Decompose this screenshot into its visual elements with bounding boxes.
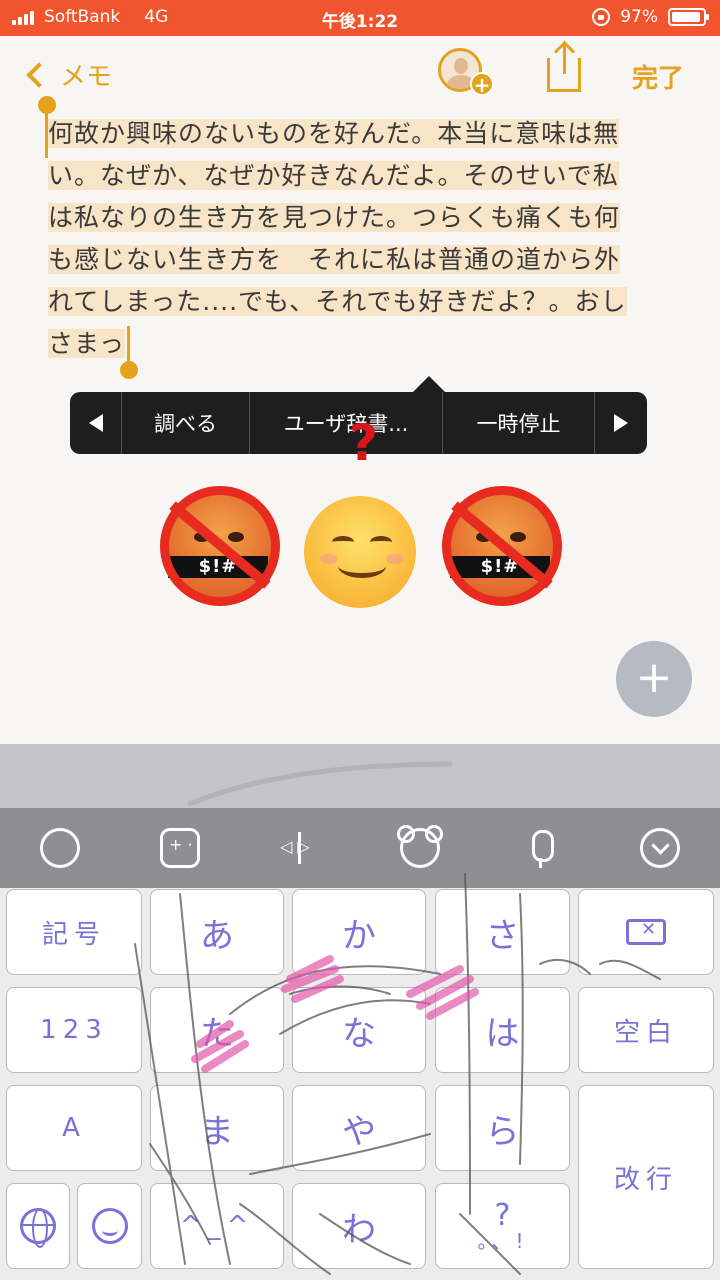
speech-bubble-icon[interactable] — [40, 828, 80, 868]
battery-icon — [668, 8, 709, 26]
chevron-left-icon — [26, 61, 52, 88]
game-controller-icon[interactable] — [160, 828, 200, 868]
punctuation-bottom: 。、! — [477, 1229, 528, 1253]
note-line: れてしまった....でも、それでも好きだよ？。おし — [48, 287, 627, 316]
add-badge-icon: + — [470, 72, 494, 96]
prohibited-swearing-emoji: $!# — [160, 486, 280, 606]
note-line: も感じない生き方を それに私は普通の道から外 — [48, 245, 621, 274]
menu-next-button[interactable] — [595, 392, 647, 454]
key-kaomoji[interactable]: ^_^ — [150, 1183, 284, 1269]
status-right: 97% — [592, 7, 709, 27]
globe-icon — [20, 1208, 56, 1248]
smiling-face-emoji — [304, 496, 416, 608]
note-line: 何故か興味のないものを好んだ。本当に意味は無 — [48, 119, 620, 148]
key-ya[interactable]: や — [292, 1085, 426, 1171]
key-a[interactable]: あ — [150, 889, 284, 975]
share-icon[interactable] — [547, 44, 581, 92]
back-button[interactable]: メモ — [24, 56, 112, 93]
key-alphabet[interactable]: A — [6, 1085, 142, 1171]
battery-percent: 97% — [620, 7, 658, 27]
emoji-icon — [91, 1208, 128, 1244]
key-ma[interactable]: ま — [150, 1085, 284, 1171]
note-line: い。なぜか、なぜか好きなんだよ。そのせいで私 — [48, 161, 619, 190]
menu-prev-button[interactable] — [70, 392, 122, 454]
key-wa[interactable]: わ — [292, 1183, 426, 1269]
triangle-right-icon — [614, 414, 628, 432]
keyboard-toolbar — [0, 808, 720, 888]
bear-face-icon[interactable] — [397, 825, 443, 868]
menu-pointer — [413, 376, 445, 392]
delete-icon — [626, 919, 666, 945]
note-line: は私なりの生き方を見つけた。つらくも痛くも何 — [48, 203, 621, 232]
selection-start-handle[interactable] — [38, 96, 56, 114]
triangle-left-icon — [88, 414, 103, 432]
key-emoji[interactable] — [77, 1183, 142, 1269]
key-ka[interactable]: か — [292, 889, 426, 975]
chevron-down-circle-icon[interactable] — [640, 828, 680, 868]
question-mark-overlay: ? — [349, 414, 379, 472]
punctuation-label: ? 。、! — [477, 1198, 528, 1253]
orientation-lock-icon — [592, 8, 611, 26]
key-numbers[interactable]: 123 — [6, 987, 142, 1073]
key-delete[interactable] — [578, 889, 714, 975]
microphone-icon[interactable] — [520, 828, 560, 868]
menu-item-user-dictionary[interactable]: ユーザ辞書... — [250, 392, 443, 454]
key-punctuation[interactable]: ? 。、! — [435, 1183, 570, 1269]
punctuation-top: ? — [494, 1198, 511, 1233]
key-return[interactable]: 改行 — [578, 1085, 714, 1269]
menu-item-pause[interactable]: 一時停止 — [443, 392, 595, 454]
done-button[interactable]: 完了 — [632, 58, 684, 95]
key-na[interactable]: な — [292, 987, 426, 1073]
note-line: さまっ — [48, 329, 126, 358]
text-cursor-icon[interactable] — [280, 828, 320, 868]
back-label: メモ — [60, 62, 113, 92]
menu-item-lookup[interactable]: 調べる — [122, 392, 250, 454]
key-space[interactable]: 空白 — [578, 987, 714, 1073]
keyboard: 記号 あ か さ 123 た な は 空白 A ま や ら 改行 ^_^ わ ?… — [0, 888, 720, 1280]
status-bar: SoftBank 4G 午後1:22 97% — [0, 0, 720, 36]
key-ha[interactable]: は — [435, 987, 570, 1073]
key-globe[interactable] — [6, 1183, 70, 1269]
add-button[interactable]: + — [616, 641, 692, 717]
key-ta[interactable]: た — [150, 987, 284, 1073]
note-body[interactable]: 何故か興味のないものを好んだ。本当に意味は無 い。なぜか、なぜか好きなんだよ。そ… — [48, 113, 672, 365]
keyboard-candidate-bar — [0, 744, 720, 808]
key-symbols[interactable]: 記号 — [6, 889, 142, 975]
navigation-bar: メモ 完了 — [0, 36, 720, 112]
key-ra[interactable]: ら — [435, 1085, 570, 1171]
key-sa[interactable]: さ — [435, 889, 570, 975]
selection-end-handle[interactable] — [120, 361, 138, 379]
prohibited-swearing-emoji: $!# — [442, 486, 562, 606]
